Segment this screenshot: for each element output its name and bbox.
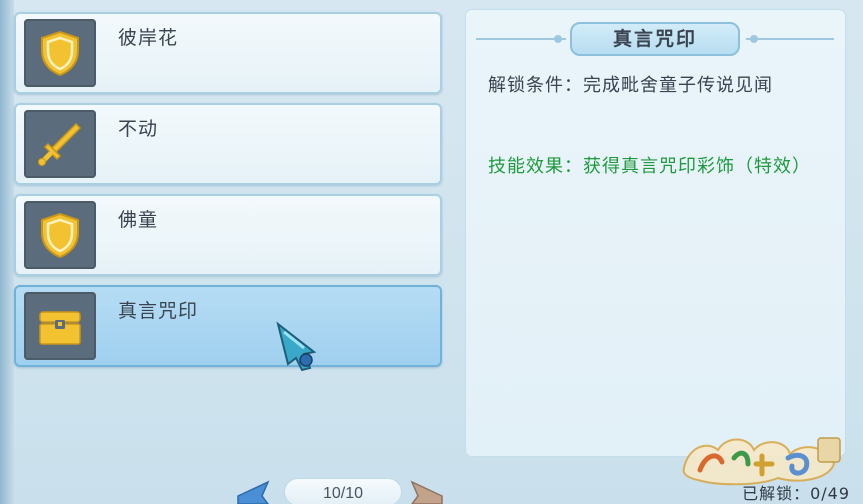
page-indicator: 10/10	[284, 478, 402, 504]
skill-name: 佛童	[118, 209, 159, 231]
shield-icon	[41, 30, 79, 77]
skill-icon-frame	[24, 110, 96, 178]
skill-item-fotong[interactable]: 佛童	[14, 194, 442, 276]
background-edge	[0, 0, 14, 504]
skill-name: 彼岸花	[118, 27, 179, 49]
detail-title: 真言咒印	[570, 22, 740, 56]
skill-name: 真言咒印	[118, 300, 199, 322]
title-divider-right	[746, 38, 834, 40]
treasure-chest-icon	[39, 311, 81, 345]
sword-icon	[38, 122, 82, 166]
skill-name: 不动	[118, 118, 159, 140]
skill-item-zhenyan[interactable]: 真言咒印	[14, 285, 442, 367]
title-ornament-left	[554, 35, 562, 43]
next-page-arrow-icon[interactable]	[410, 478, 444, 504]
title-divider-left	[476, 38, 566, 40]
skill-effect: 技能效果：获得真言咒印彩饰（特效）	[488, 156, 811, 177]
skill-icon-frame	[24, 201, 96, 269]
pointer-cursor-icon	[276, 321, 317, 372]
prev-page-arrow-icon[interactable]	[236, 478, 270, 504]
skill-detail-panel: 真言咒印 解锁条件：完成毗舍童子传说见闻 技能效果：获得真言咒印彩饰（特效）	[466, 10, 845, 456]
skill-icon-frame	[24, 19, 96, 87]
skill-item-budong[interactable]: 不动	[14, 103, 442, 185]
skill-icon-frame	[24, 292, 96, 360]
unlocked-count: 已解锁：0/49	[742, 484, 850, 503]
shield-icon	[41, 212, 79, 259]
skill-item-bianhua[interactable]: 彼岸花	[14, 12, 442, 94]
unlock-condition: 解锁条件：完成毗舍童子传说见闻	[488, 75, 773, 96]
